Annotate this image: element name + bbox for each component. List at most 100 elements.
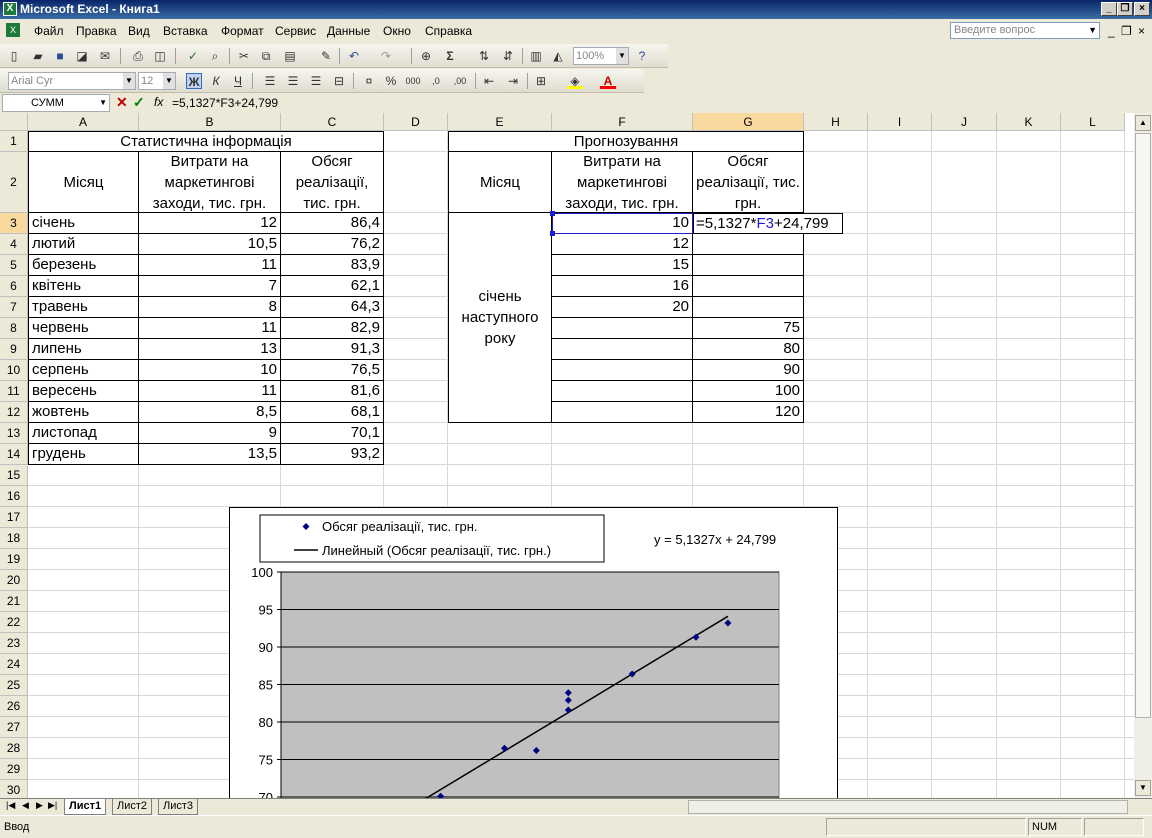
row-header-30[interactable]: 30 [0,780,28,798]
forecast-cost[interactable]: 16 [552,276,693,297]
active-cell-editor[interactable]: =5,1327*F3+24,799 [693,213,843,234]
doc-restore-button[interactable]: ❐ [1121,24,1132,38]
stats-sales[interactable]: 62,1 [281,276,384,297]
enter-icon[interactable]: ✓ [133,94,145,111]
stats-cost[interactable]: 8 [139,297,281,318]
stats-month[interactable]: квітень [28,276,139,297]
stats-header-sales[interactable]: Обсяг реалізації, тис. грн. [281,152,384,213]
stats-sales[interactable]: 68,1 [281,402,384,423]
row-header-6[interactable]: 6 [0,276,28,297]
stats-sales[interactable]: 64,3 [281,297,384,318]
forecast-sales[interactable]: 120 [693,402,804,423]
row-header-24[interactable]: 24 [0,654,28,675]
stats-month[interactable]: червень [28,318,139,339]
permission-icon[interactable]: ◪ [74,48,90,64]
row-header-11[interactable]: 11 [0,381,28,402]
row-header-16[interactable]: 16 [0,486,28,507]
stats-month[interactable]: лютий [28,234,139,255]
spelling-icon[interactable]: ✓ [185,48,201,64]
format-painter-icon[interactable]: ✎ [318,48,334,64]
stats-header-month[interactable]: Місяц [28,152,139,213]
menu-insert[interactable]: Вставка [163,24,208,38]
font-color-icon[interactable]: A [600,73,616,89]
row-header-17[interactable]: 17 [0,507,28,528]
forecast-sales[interactable]: 80 [693,339,804,360]
menu-edit[interactable]: Правка [76,24,117,38]
menu-format[interactable]: Формат [221,24,264,38]
stats-month[interactable]: березень [28,255,139,276]
scroll-thumb[interactable] [1135,133,1151,718]
doc-minimize-button[interactable]: _ [1108,24,1115,38]
scroll-up-icon[interactable]: ▲ [1135,115,1151,131]
stats-month[interactable]: грудень [28,444,139,465]
forecast-sales[interactable]: 75 [693,318,804,339]
print-icon[interactable]: ⎙ [130,48,146,64]
excel-icon[interactable]: X [3,2,17,16]
zoom-combo[interactable]: 100% ▼ [573,47,629,65]
maximize-button[interactable]: ❐ [1117,2,1133,16]
forecast-sales[interactable] [693,255,804,276]
bold-icon[interactable]: Ж [186,73,202,89]
forecast-cost[interactable] [552,360,693,381]
stats-sales[interactable]: 83,9 [281,255,384,276]
cancel-icon[interactable]: ✕ [116,94,128,111]
forecast-sales[interactable] [693,276,804,297]
first-sheet-icon[interactable]: |◀ [6,800,15,811]
stats-sales[interactable]: 82,9 [281,318,384,339]
formula-input[interactable]: =5,1327*F3+24,799 [172,96,278,110]
stats-sales[interactable]: 93,2 [281,444,384,465]
currency-icon[interactable]: ¤ [361,73,377,89]
forecast-cost[interactable]: 20 [552,297,693,318]
horizontal-scrollbar[interactable] [688,800,1128,814]
open-icon[interactable]: ▰ [30,48,46,64]
forecast-header-cost[interactable]: Витрати на маркетингові заходи, тис. грн… [552,152,693,213]
tab-sheet1[interactable]: Лист1 [64,799,107,815]
font-combo[interactable]: Arial Cyr ▼ [8,72,136,90]
row-header-13[interactable]: 13 [0,423,28,444]
stats-cost[interactable]: 8,5 [139,402,281,423]
row-header-29[interactable]: 29 [0,759,28,780]
stats-month[interactable]: жовтень [28,402,139,423]
forecast-sales[interactable]: 90 [693,360,804,381]
menu-data[interactable]: Данные [327,24,370,38]
menu-window[interactable]: Окно [383,24,411,38]
stats-sales[interactable]: 91,3 [281,339,384,360]
chevron-down-icon[interactable]: ▼ [123,73,135,89]
stats-month[interactable]: листопад [28,423,139,444]
select-all-button[interactable] [0,113,28,131]
stats-sales[interactable]: 76,5 [281,360,384,381]
align-right-icon[interactable]: ☰ [308,73,324,89]
stats-title[interactable]: Статистична інформація [28,131,384,152]
minimize-button[interactable]: _ [1101,2,1117,16]
cut-icon[interactable]: ✂ [236,48,252,64]
chevron-down-icon[interactable]: ▼ [99,95,107,111]
stats-cost[interactable]: 10 [139,360,281,381]
forecast-header-month[interactable]: Місяц [448,152,552,213]
row-header-15[interactable]: 15 [0,465,28,486]
fill-color-icon[interactable]: ◈ [567,73,583,89]
row-header-25[interactable]: 25 [0,675,28,696]
vertical-scrollbar[interactable]: ▲ ▼ [1134,113,1152,798]
forecast-cost[interactable] [552,381,693,402]
close-button[interactable]: × [1134,2,1150,16]
redo-icon[interactable]: ↷ [378,48,394,64]
stats-sales[interactable]: 76,2 [281,234,384,255]
scroll-down-icon[interactable]: ▼ [1135,780,1151,796]
stats-sales[interactable]: 86,4 [281,213,384,234]
stats-cost[interactable]: 11 [139,381,281,402]
column-header-e[interactable]: E [448,113,552,131]
row-header-8[interactable]: 8 [0,318,28,339]
prev-sheet-icon[interactable]: ◀ [22,800,29,811]
stats-month[interactable]: серпень [28,360,139,381]
row-header-21[interactable]: 21 [0,591,28,612]
align-center-icon[interactable]: ☰ [285,73,301,89]
reference-handle[interactable] [550,231,555,236]
forecast-sales[interactable] [693,234,804,255]
row-header-14[interactable]: 14 [0,444,28,465]
forecast-cost[interactable] [552,339,693,360]
stats-cost[interactable]: 11 [139,318,281,339]
chevron-down-icon[interactable]: ▼ [616,48,628,64]
worksheet-grid[interactable]: A B C D E F G H I J K L 1 2 3 4 5 6 7 8 9 10 11 12 13 14 15 16 17 18 1… [0,113,1134,798]
stats-cost[interactable]: 13 [139,339,281,360]
row-header-7[interactable]: 7 [0,297,28,318]
